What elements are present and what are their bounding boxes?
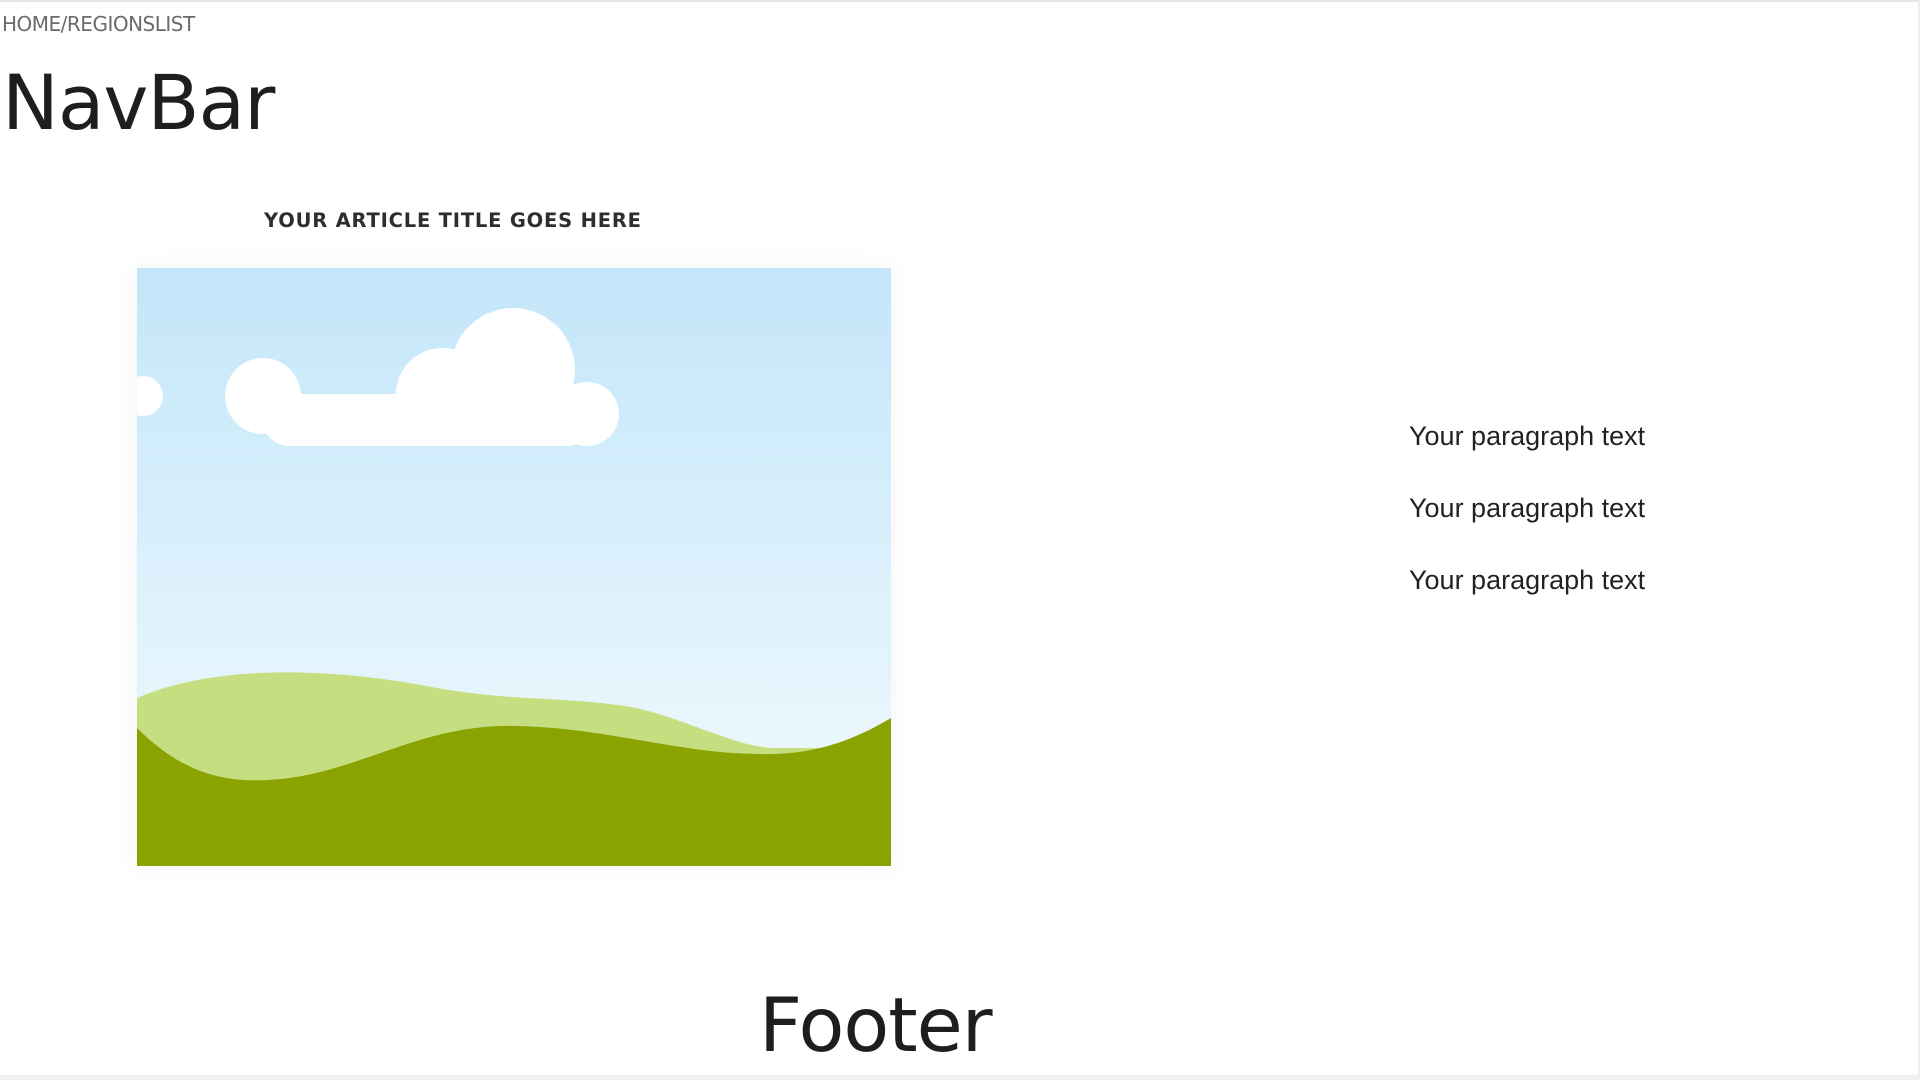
paragraph-text: Your paragraph text bbox=[1409, 493, 1646, 523]
footer-title: Footer bbox=[759, 981, 993, 1069]
landscape-placeholder-icon bbox=[137, 268, 891, 866]
article-title: YOUR ARTICLE TITLE GOES HERE bbox=[264, 209, 642, 232]
article-image bbox=[137, 268, 891, 866]
top-divider bbox=[0, 0, 1920, 2]
page-title: NavBar bbox=[2, 58, 275, 147]
paragraph-text: Your paragraph text bbox=[1409, 421, 1646, 451]
breadcrumb[interactable]: HOME/REGIONSLIST bbox=[2, 12, 195, 36]
bottom-divider bbox=[0, 1075, 1920, 1080]
paragraph-list: Your paragraph text Your paragraph text … bbox=[1409, 420, 1645, 636]
paragraph-text: Your paragraph text bbox=[1409, 565, 1646, 595]
